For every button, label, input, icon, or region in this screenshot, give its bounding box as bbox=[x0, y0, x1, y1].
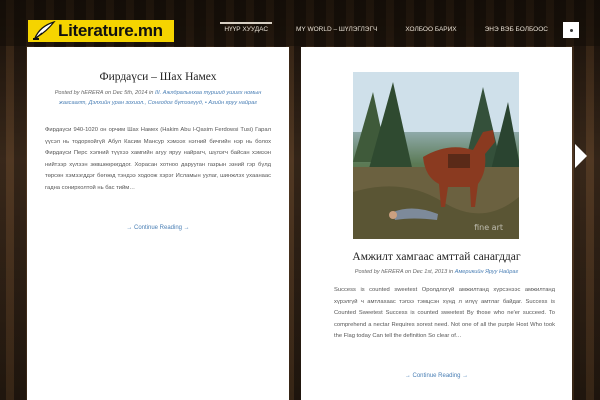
feather-pen-icon bbox=[33, 21, 56, 40]
nav-home[interactable]: НҮҮР ХУУДАС bbox=[220, 22, 273, 37]
dot-icon bbox=[569, 28, 573, 32]
post-excerpt: Success is counted sweetest Оролдлогүй а… bbox=[334, 287, 555, 339]
next-arrow-icon[interactable] bbox=[575, 144, 587, 168]
meta-in: in bbox=[147, 90, 155, 96]
image-watermark: fine art bbox=[474, 223, 503, 232]
continue-reading-link[interactable]: → Continue Reading → bbox=[27, 225, 289, 231]
meta-posted-by: Posted by bbox=[54, 90, 82, 96]
main-nav: НҮҮР ХУУДАС MY WORLD – ШҮЛЭГЛЭГЧ ХОЛБОО … bbox=[200, 22, 552, 37]
post-card-firdausi: Фирдаүси – Шах Намех Posted by hERERA on… bbox=[27, 47, 289, 400]
post-meta: Posted by hERERA on Dec 5th, 2014 in III… bbox=[47, 88, 269, 108]
meta-on: on bbox=[403, 269, 413, 275]
meta-on: on bbox=[103, 90, 113, 96]
post-date: Dec 1st, 2013 bbox=[412, 269, 448, 275]
post-thumbnail-image[interactable]: fine art bbox=[353, 72, 519, 239]
menu-toggle-button[interactable] bbox=[563, 22, 579, 38]
post-card-success: fine art Амжилт хамгаас амттай санагддаг… bbox=[301, 47, 572, 400]
post-author[interactable]: hERERA bbox=[381, 269, 403, 275]
post-title[interactable]: Фирдаүси – Шах Намех bbox=[27, 71, 289, 83]
site-logo[interactable]: Literature.mn bbox=[28, 20, 174, 42]
post-meta: Posted by hERERA on Dec 1st, 2013 in Аме… bbox=[301, 267, 572, 277]
nav-about[interactable]: ЭНЭ ВЭБ БОЛБООС bbox=[481, 22, 552, 37]
post-date: Dec 5th, 2014 bbox=[112, 90, 148, 96]
logo-text: Literature.mn bbox=[58, 21, 163, 40]
post-author[interactable]: hERERA bbox=[81, 90, 103, 96]
meta-posted-by: Posted by bbox=[354, 269, 382, 275]
continue-reading-link[interactable]: → Continue Reading → bbox=[301, 373, 572, 379]
post-title[interactable]: Амжилт хамгаас амттай санагддаг bbox=[301, 251, 572, 263]
site-header: Literature.mn НҮҮР ХУУДАС MY WORLD – ШҮЛ… bbox=[0, 0, 600, 46]
horse-painting-image: fine art bbox=[353, 72, 519, 239]
meta-in: in bbox=[447, 269, 455, 275]
nav-my-world[interactable]: MY WORLD – ШҮЛЭГЛЭГЧ bbox=[292, 22, 381, 37]
post-categories[interactable]: Америкийн Яруу Найраг bbox=[455, 269, 519, 275]
post-excerpt: Фирдаүси 940-1020 он орчим Шах Намех (Ha… bbox=[45, 127, 271, 191]
nav-contact[interactable]: ХОЛБОО БАРИХ bbox=[401, 22, 460, 37]
